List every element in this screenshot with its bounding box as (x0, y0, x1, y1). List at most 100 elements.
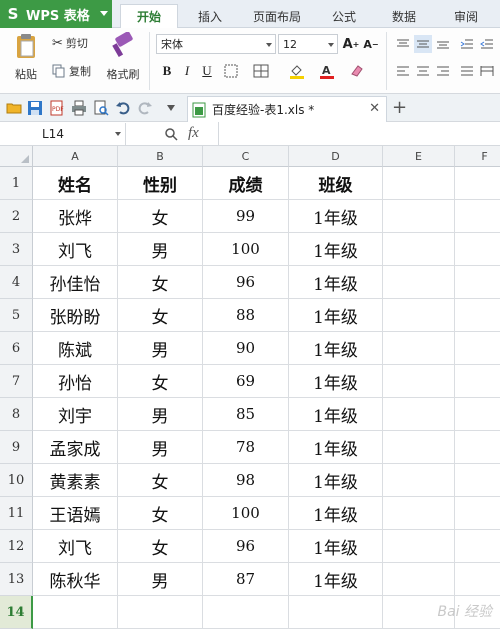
table-cell[interactable]: 男 (118, 563, 203, 596)
row-header-4[interactable]: 4 (0, 266, 33, 299)
table-cell[interactable]: 1年级 (289, 299, 383, 332)
table-cell[interactable]: 孙怡 (33, 365, 118, 398)
align-left-icon[interactable] (394, 62, 412, 80)
column-header-f[interactable]: F (455, 146, 500, 167)
decrease-indent-icon[interactable] (458, 35, 476, 53)
column-header-d[interactable]: D (289, 146, 383, 167)
table-cell[interactable]: 1年级 (289, 200, 383, 233)
font-size-select[interactable]: 12 (278, 34, 338, 54)
table-cell[interactable] (203, 596, 289, 629)
table-cell[interactable]: 1年级 (289, 332, 383, 365)
redo-icon[interactable] (137, 100, 153, 116)
row-header-14[interactable]: 14 (0, 596, 33, 629)
table-cell[interactable]: 王语嫣 (33, 497, 118, 530)
cut-button[interactable]: ✂ 剪切 (52, 34, 88, 52)
table-cell[interactable]: 99 (203, 200, 289, 233)
new-tab-plus-icon[interactable]: + (392, 97, 407, 118)
table-cell[interactable] (383, 398, 455, 431)
table-cell[interactable]: 张烨 (33, 200, 118, 233)
table-header-cell[interactable]: 班级 (289, 167, 383, 200)
table-cell[interactable]: 陈斌 (33, 332, 118, 365)
table-cell[interactable]: 女 (118, 497, 203, 530)
decrease-font-size-icon[interactable]: A − (362, 35, 380, 53)
increase-font-size-icon[interactable]: A + (342, 35, 360, 53)
table-cell[interactable] (383, 497, 455, 530)
row-header-13[interactable]: 13 (0, 563, 33, 596)
table-cell[interactable]: 孟家成 (33, 431, 118, 464)
table-cell[interactable]: 陈秋华 (33, 563, 118, 596)
table-cell[interactable]: 100 (203, 233, 289, 266)
table-cell[interactable] (289, 596, 383, 629)
align-center-icon[interactable] (414, 62, 432, 80)
tab-home[interactable]: 开始 (120, 4, 178, 28)
table-cell[interactable]: 69 (203, 365, 289, 398)
table-cell[interactable] (383, 233, 455, 266)
table-cell[interactable]: 88 (203, 299, 289, 332)
align-top-icon[interactable] (394, 35, 412, 53)
table-cell[interactable] (383, 299, 455, 332)
increase-indent-icon[interactable] (478, 35, 496, 53)
table-cell[interactable]: 男 (118, 332, 203, 365)
row-header-3[interactable]: 3 (0, 233, 33, 266)
tab-formulas[interactable]: 公式 (318, 4, 370, 28)
table-cell[interactable]: 96 (203, 266, 289, 299)
row-header-1[interactable]: 1 (0, 167, 33, 200)
table-cell[interactable] (383, 200, 455, 233)
table-cell[interactable]: 1年级 (289, 398, 383, 431)
table-header-cell[interactable] (383, 167, 455, 200)
table-cell[interactable]: 1年级 (289, 563, 383, 596)
table-cell[interactable] (118, 596, 203, 629)
distributed-align-icon[interactable] (478, 62, 496, 80)
table-cell[interactable] (455, 563, 500, 596)
tab-review[interactable]: 审阅 (440, 4, 492, 28)
table-cell[interactable]: 孙佳怡 (33, 266, 118, 299)
table-cell[interactable]: 女 (118, 266, 203, 299)
undo-icon[interactable] (115, 100, 131, 116)
align-bottom-icon[interactable] (434, 35, 452, 53)
table-cell[interactable] (455, 266, 500, 299)
table-cell[interactable] (383, 266, 455, 299)
table-cell[interactable] (383, 332, 455, 365)
export-pdf-icon[interactable]: PDF (49, 100, 65, 116)
paste-button[interactable]: 粘贴 (8, 32, 44, 90)
row-header-10[interactable]: 10 (0, 464, 33, 497)
table-cell[interactable]: 1年级 (289, 464, 383, 497)
row-header-12[interactable]: 12 (0, 530, 33, 563)
table-cell[interactable]: 张盼盼 (33, 299, 118, 332)
row-header-5[interactable]: 5 (0, 299, 33, 332)
format-painter-button[interactable]: 格式刷 (102, 32, 144, 90)
table-header-cell[interactable]: 成绩 (203, 167, 289, 200)
table-cell[interactable]: 85 (203, 398, 289, 431)
underline-button[interactable]: U (198, 62, 216, 80)
table-header-cell[interactable]: 姓名 (33, 167, 118, 200)
row-header-8[interactable]: 8 (0, 398, 33, 431)
table-header-cell[interactable]: 性别 (118, 167, 203, 200)
table-cell[interactable]: 1年级 (289, 365, 383, 398)
table-cell[interactable]: 78 (203, 431, 289, 464)
table-cell[interactable]: 女 (118, 365, 203, 398)
border-icon[interactable] (222, 62, 240, 80)
table-cell[interactable] (455, 398, 500, 431)
row-header-6[interactable]: 6 (0, 332, 33, 365)
table-cell[interactable]: 87 (203, 563, 289, 596)
document-tab[interactable]: 百度经验-表1.xls * ✕ (187, 96, 387, 122)
italic-button[interactable]: I (178, 62, 196, 80)
table-cell[interactable] (455, 530, 500, 563)
clear-format-icon[interactable] (348, 62, 366, 80)
fill-color-icon[interactable] (288, 62, 306, 80)
table-cell[interactable]: 女 (118, 299, 203, 332)
column-header-c[interactable]: C (203, 146, 289, 167)
table-cell[interactable]: 1年级 (289, 530, 383, 563)
row-header-9[interactable]: 9 (0, 431, 33, 464)
table-cell[interactable]: 90 (203, 332, 289, 365)
table-cell[interactable]: 女 (118, 530, 203, 563)
tab-data[interactable]: 数据 (378, 4, 430, 28)
table-header-cell[interactable] (455, 167, 500, 200)
wps-app-menu-button[interactable]: S WPS 表格 (0, 0, 112, 28)
column-header-e[interactable]: E (383, 146, 455, 167)
table-cell[interactable]: 黄素素 (33, 464, 118, 497)
column-header-a[interactable]: A (33, 146, 118, 167)
table-cell[interactable]: 刘宇 (33, 398, 118, 431)
copy-button[interactable]: 复制 (52, 62, 91, 80)
table-cell[interactable]: 刘飞 (33, 233, 118, 266)
